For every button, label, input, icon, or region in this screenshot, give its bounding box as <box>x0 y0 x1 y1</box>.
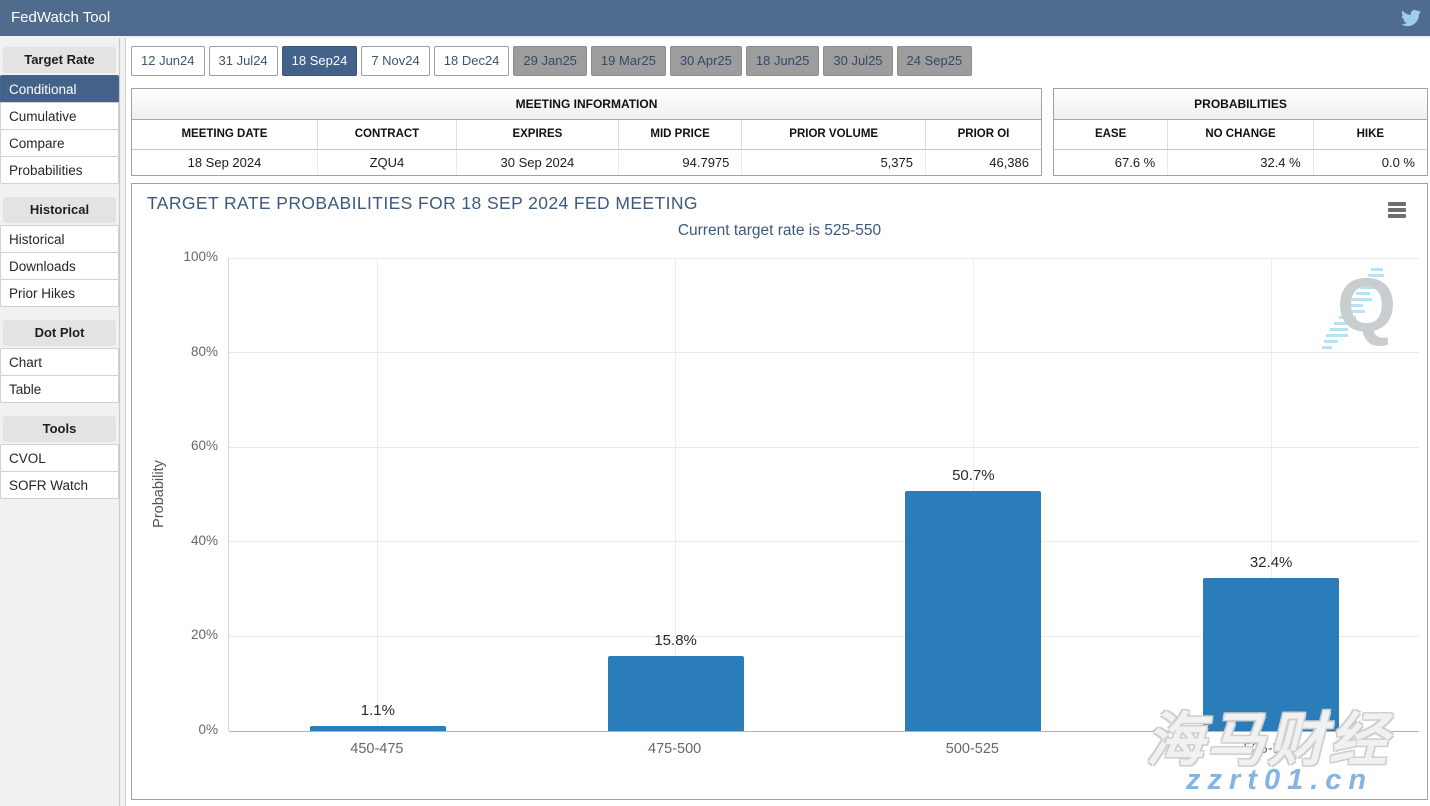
probabilities-panel: PROBABILITIES EASENO CHANGEHIKE 67.6 %32.… <box>1053 88 1428 176</box>
meeting-info-table: MEETING DATECONTRACTEXPIRESMID PRICEPRIO… <box>132 120 1041 175</box>
cell-value: 32.4 % <box>1168 149 1313 175</box>
meeting-tabs: 12 Jun2431 Jul2418 Sep247 Nov2418 Dec242… <box>131 46 972 76</box>
x-axis-category-label: 450-475 <box>277 741 477 757</box>
app-title: FedWatch Tool <box>11 9 110 26</box>
y-axis-tick-label: 100% <box>132 249 218 264</box>
tab-24-sep25[interactable]: 24 Sep25 <box>897 46 973 76</box>
chart-bar-450-475 <box>310 726 446 731</box>
twitter-icon[interactable] <box>1401 8 1421 28</box>
sidebar-item-cumulative[interactable]: Cumulative <box>0 102 119 130</box>
probabilities-title: PROBABILITIES <box>1054 89 1427 120</box>
sidebar-item-table[interactable]: Table <box>0 375 119 403</box>
info-panels: MEETING INFORMATION MEETING DATECONTRACT… <box>131 88 1428 176</box>
cell-value: 46,386 <box>926 149 1042 175</box>
sidebar-item-prior-hikes[interactable]: Prior Hikes <box>0 279 119 307</box>
gridline <box>229 352 1419 353</box>
column-header-meeting-date: MEETING DATE <box>132 120 317 149</box>
app-header-bar: FedWatch Tool <box>0 0 1430 36</box>
column-header-mid-price: MID PRICE <box>618 120 742 149</box>
column-header-prior-oi: PRIOR OI <box>926 120 1042 149</box>
bar-value-label: 1.1% <box>278 702 478 719</box>
cell-value: 0.0 % <box>1313 149 1427 175</box>
y-axis-tick-label: 40% <box>132 533 218 548</box>
gridline <box>377 258 378 731</box>
quikstrike-logo-watermark: Q <box>1313 262 1409 362</box>
tab-30-apr25[interactable]: 30 Apr25 <box>670 46 742 76</box>
main-content: 12 Jun2431 Jul2418 Sep247 Nov2418 Dec242… <box>125 38 1430 806</box>
sidebar-item-compare[interactable]: Compare <box>0 129 119 157</box>
y-axis-tick-label: 0% <box>132 722 218 737</box>
probabilities-table: EASENO CHANGEHIKE 67.6 %32.4 %0.0 % <box>1054 120 1427 175</box>
tab-29-jan25[interactable]: 29 Jan25 <box>513 46 587 76</box>
chart-menu-icon[interactable] <box>1388 202 1406 220</box>
sidebar-section-dot-plot: Dot Plot <box>3 320 116 346</box>
tab-7-nov24[interactable]: 7 Nov24 <box>361 46 429 76</box>
sidebar-item-conditional[interactable]: Conditional <box>0 75 119 103</box>
bar-value-label: 15.8% <box>576 632 776 649</box>
sidebar-item-sofr-watch[interactable]: SOFR Watch <box>0 471 119 499</box>
cell-value: 30 Sep 2024 <box>456 149 618 175</box>
sidebar-item-historical[interactable]: Historical <box>0 225 119 253</box>
y-axis-tick-label: 80% <box>132 344 218 359</box>
column-header-hike: HIKE <box>1313 120 1427 149</box>
sidebar-item-chart[interactable]: Chart <box>0 348 119 376</box>
chart-bar-475-500 <box>608 656 744 731</box>
gridline <box>229 541 1419 542</box>
cell-value: 18 Sep 2024 <box>132 149 317 175</box>
cell-value: ZQU4 <box>317 149 456 175</box>
tab-18-dec24[interactable]: 18 Dec24 <box>434 46 510 76</box>
x-axis-category-label: 475-500 <box>575 741 775 757</box>
cell-value: 5,375 <box>742 149 926 175</box>
column-header-prior-volume: PRIOR VOLUME <box>742 120 926 149</box>
y-axis-title: Probability <box>151 460 167 528</box>
chart-subtitle: Current target rate is 525-550 <box>132 222 1427 240</box>
cell-value: 94.7975 <box>618 149 742 175</box>
y-axis-tick-label: 60% <box>132 438 218 453</box>
sidebar-section-target-rate: Target Rate <box>3 47 116 73</box>
sidebar-item-cvol[interactable]: CVOL <box>0 444 119 472</box>
sidebar-section-tools: Tools <box>3 416 116 442</box>
x-axis-category-label: 525-550 <box>1170 741 1370 757</box>
tab-18-sep24[interactable]: 18 Sep24 <box>282 46 358 76</box>
sidebar: Target RateConditionalCumulativeCompareP… <box>0 38 120 806</box>
y-axis-tick-label: 20% <box>132 627 218 642</box>
tab-12-jun24[interactable]: 12 Jun24 <box>131 46 205 76</box>
sidebar-item-probabilities[interactable]: Probabilities <box>0 156 119 184</box>
plot-area: 1.1% 15.8% 50.7% 32.4% <box>228 258 1419 731</box>
bar-value-label: 50.7% <box>873 467 1073 484</box>
column-header-ease: EASE <box>1054 120 1168 149</box>
sidebar-section-historical: Historical <box>3 197 116 223</box>
cell-value: 67.6 % <box>1054 149 1168 175</box>
tab-19-mar25[interactable]: 19 Mar25 <box>591 46 666 76</box>
column-header-no-change: NO CHANGE <box>1168 120 1313 149</box>
sidebar-item-downloads[interactable]: Downloads <box>0 252 119 280</box>
chart-title: TARGET RATE PROBABILITIES FOR 18 SEP 202… <box>147 193 698 214</box>
x-axis-category-label: 500-525 <box>872 741 1072 757</box>
meeting-information-panel: MEETING INFORMATION MEETING DATECONTRACT… <box>131 88 1042 176</box>
q-letter: Q <box>1337 268 1396 344</box>
chart-bar-525-550 <box>1203 578 1339 731</box>
column-header-contract: CONTRACT <box>317 120 456 149</box>
gridline <box>229 447 1419 448</box>
chart-panel: TARGET RATE PROBABILITIES FOR 18 SEP 202… <box>131 183 1428 800</box>
meeting-information-title: MEETING INFORMATION <box>132 89 1041 120</box>
tab-18-jun25[interactable]: 18 Jun25 <box>746 46 820 76</box>
tab-31-jul24[interactable]: 31 Jul24 <box>209 46 278 76</box>
bar-value-label: 32.4% <box>1171 554 1371 571</box>
column-header-expires: EXPIRES <box>456 120 618 149</box>
chart-bar-500-525 <box>905 491 1041 731</box>
tab-30-jul25[interactable]: 30 Jul25 <box>823 46 892 76</box>
gridline <box>229 258 1419 259</box>
